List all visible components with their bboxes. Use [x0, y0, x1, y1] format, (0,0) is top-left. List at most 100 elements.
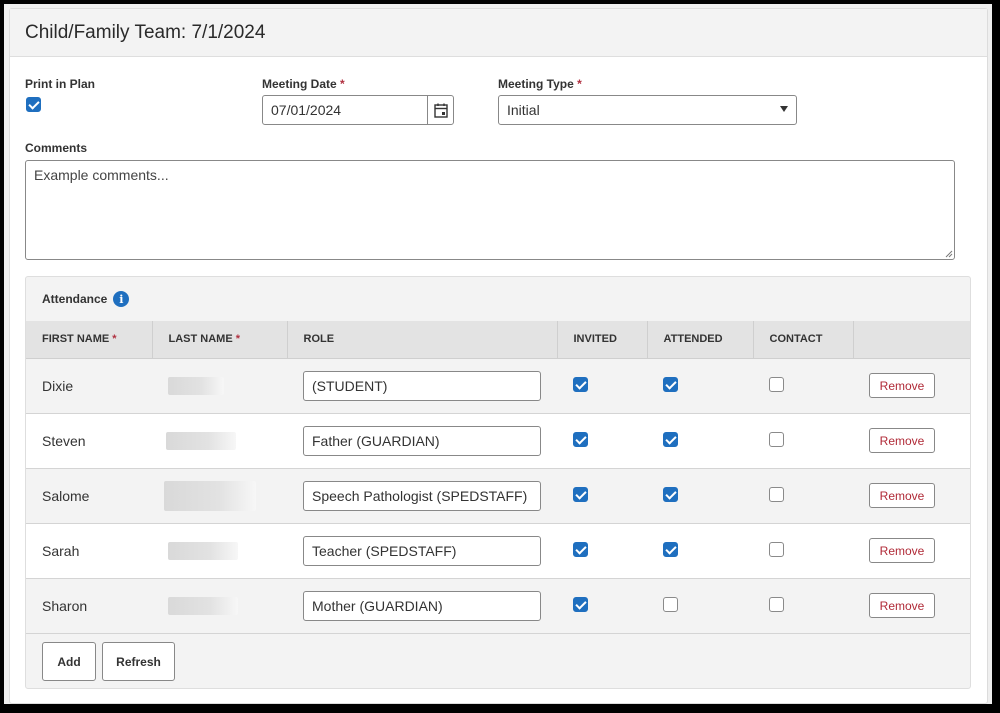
contact-checkbox[interactable]	[769, 431, 784, 447]
last-name-cell	[152, 413, 287, 469]
last-name-redacted	[168, 541, 238, 560]
last-name-cell	[152, 358, 287, 414]
refresh-button[interactable]: Refresh	[102, 642, 175, 681]
meeting-date-label: Meeting Date *	[262, 77, 345, 91]
last-name-cell	[152, 523, 287, 579]
add-button[interactable]: Add	[42, 642, 96, 681]
remove-button[interactable]: Remove	[869, 428, 935, 453]
table-header-row: FIRST NAME * LAST NAME * ROLE INVITED AT…	[26, 321, 970, 359]
calendar-icon[interactable]	[427, 96, 453, 124]
table-row: Sharon Mother (GUARDIAN) Remove	[26, 578, 970, 634]
role-input[interactable]: Father (GUARDIAN)	[303, 425, 541, 456]
remove-button[interactable]: Remove	[869, 483, 935, 508]
invited-cell	[557, 413, 647, 469]
attendance-table: FIRST NAME * LAST NAME * ROLE INVITED AT…	[26, 321, 970, 634]
invited-checkbox[interactable]	[573, 431, 588, 447]
column-header-contact: CONTACT	[753, 321, 854, 359]
invited-checkbox[interactable]	[573, 541, 588, 557]
first-name-cell: Sarah	[26, 523, 152, 579]
first-name-cell: Dixie	[26, 358, 152, 414]
invited-cell	[557, 468, 647, 524]
last-name-redacted	[168, 596, 238, 615]
invited-checkbox[interactable]	[573, 486, 588, 502]
actions-cell: Remove	[853, 358, 970, 414]
table-row: Sarah Teacher (SPEDSTAFF) Remove	[26, 523, 970, 579]
comments-value: Example comments...	[34, 167, 169, 183]
last-name-cell	[152, 468, 287, 524]
meeting-date-value[interactable]: 07/01/2024	[263, 96, 427, 124]
caret-down-icon	[780, 106, 788, 112]
print-in-plan-checkbox[interactable]	[26, 97, 41, 112]
comments-label: Comments	[25, 141, 88, 155]
attended-cell	[647, 468, 753, 524]
first-name: Sarah	[42, 542, 80, 559]
window-frame: Child/Family Team: 7/1/2024 Print in Pla…	[4, 4, 992, 704]
first-name: Salome	[42, 487, 90, 504]
meeting-date-field[interactable]: 07/01/2024	[262, 95, 454, 125]
attendance-title: Attendance i	[42, 291, 130, 307]
invited-checkbox[interactable]	[573, 376, 588, 392]
required-mark: *	[112, 333, 117, 346]
contact-cell	[753, 523, 853, 579]
contact-checkbox[interactable]	[769, 376, 784, 392]
attended-checkbox[interactable]	[663, 376, 678, 392]
table-row: Salome Speech Pathologist (SPEDSTAFF) Re…	[26, 468, 970, 524]
first-name-cell: Steven	[26, 413, 152, 469]
column-label: LAST NAME	[168, 333, 233, 346]
info-icon[interactable]: i	[113, 291, 130, 307]
attended-cell	[647, 523, 753, 579]
role-input[interactable]: Mother (GUARDIAN)	[303, 590, 541, 621]
attended-checkbox[interactable]	[663, 596, 678, 612]
contact-checkbox[interactable]	[769, 596, 784, 612]
role-input[interactable]: Teacher (SPEDSTAFF)	[303, 535, 541, 566]
meeting-date-label-text: Meeting Date	[262, 77, 337, 91]
contact-cell	[753, 413, 853, 469]
first-name: Steven	[42, 432, 86, 449]
contact-cell	[753, 468, 853, 524]
first-name-cell: Salome	[26, 468, 152, 524]
column-header-actions	[853, 321, 970, 359]
attendance-section: Attendance i FIRST NAME * LAST NAME * RO…	[25, 276, 971, 689]
child-family-team-panel: Child/Family Team: 7/1/2024 Print in Pla…	[9, 8, 988, 704]
meeting-type-select[interactable]: Initial	[498, 95, 797, 125]
required-mark: *	[235, 333, 241, 346]
actions-cell: Remove	[853, 523, 970, 579]
column-header-last-name: LAST NAME *	[152, 321, 288, 359]
column-header-first-name: FIRST NAME *	[26, 321, 153, 359]
attended-checkbox[interactable]	[663, 541, 678, 557]
actions-cell: Remove	[853, 468, 970, 524]
attended-checkbox[interactable]	[663, 431, 678, 447]
last-name-redacted	[164, 480, 256, 511]
page-title: Child/Family Team: 7/1/2024	[10, 9, 987, 57]
actions-cell: Remove	[853, 578, 970, 634]
column-label: FIRST NAME	[42, 333, 110, 346]
role-cell: Father (GUARDIAN)	[287, 413, 557, 469]
role-cell: Speech Pathologist (SPEDSTAFF)	[287, 468, 557, 524]
first-name: Sharon	[42, 597, 88, 614]
remove-button[interactable]: Remove	[869, 373, 935, 398]
invited-checkbox[interactable]	[573, 596, 588, 612]
meeting-type-label-text: Meeting Type	[498, 77, 574, 91]
invited-cell	[557, 523, 647, 579]
contact-checkbox[interactable]	[769, 486, 784, 502]
role-input[interactable]: (STUDENT)	[303, 370, 541, 401]
table-row: Steven Father (GUARDIAN) Remove	[26, 413, 970, 469]
attendance-title-text: Attendance	[42, 292, 108, 306]
role-input[interactable]: Speech Pathologist (SPEDSTAFF)	[303, 480, 541, 511]
first-name-cell: Sharon	[26, 578, 152, 634]
contact-checkbox[interactable]	[769, 541, 784, 557]
attended-cell	[647, 358, 753, 414]
attended-checkbox[interactable]	[663, 486, 678, 502]
last-name-redacted	[168, 376, 224, 395]
remove-button[interactable]: Remove	[869, 593, 935, 618]
required-mark: *	[340, 77, 345, 91]
print-in-plan-label: Print in Plan	[25, 77, 96, 91]
resize-handle-icon[interactable]	[945, 250, 953, 258]
actions-cell: Remove	[853, 413, 970, 469]
invited-cell	[557, 578, 647, 634]
last-name-cell	[152, 578, 287, 634]
column-header-attended: ATTENDED	[647, 321, 754, 359]
column-header-invited: INVITED	[557, 321, 648, 359]
remove-button[interactable]: Remove	[869, 538, 935, 563]
comments-textarea[interactable]: Example comments...	[25, 160, 955, 260]
